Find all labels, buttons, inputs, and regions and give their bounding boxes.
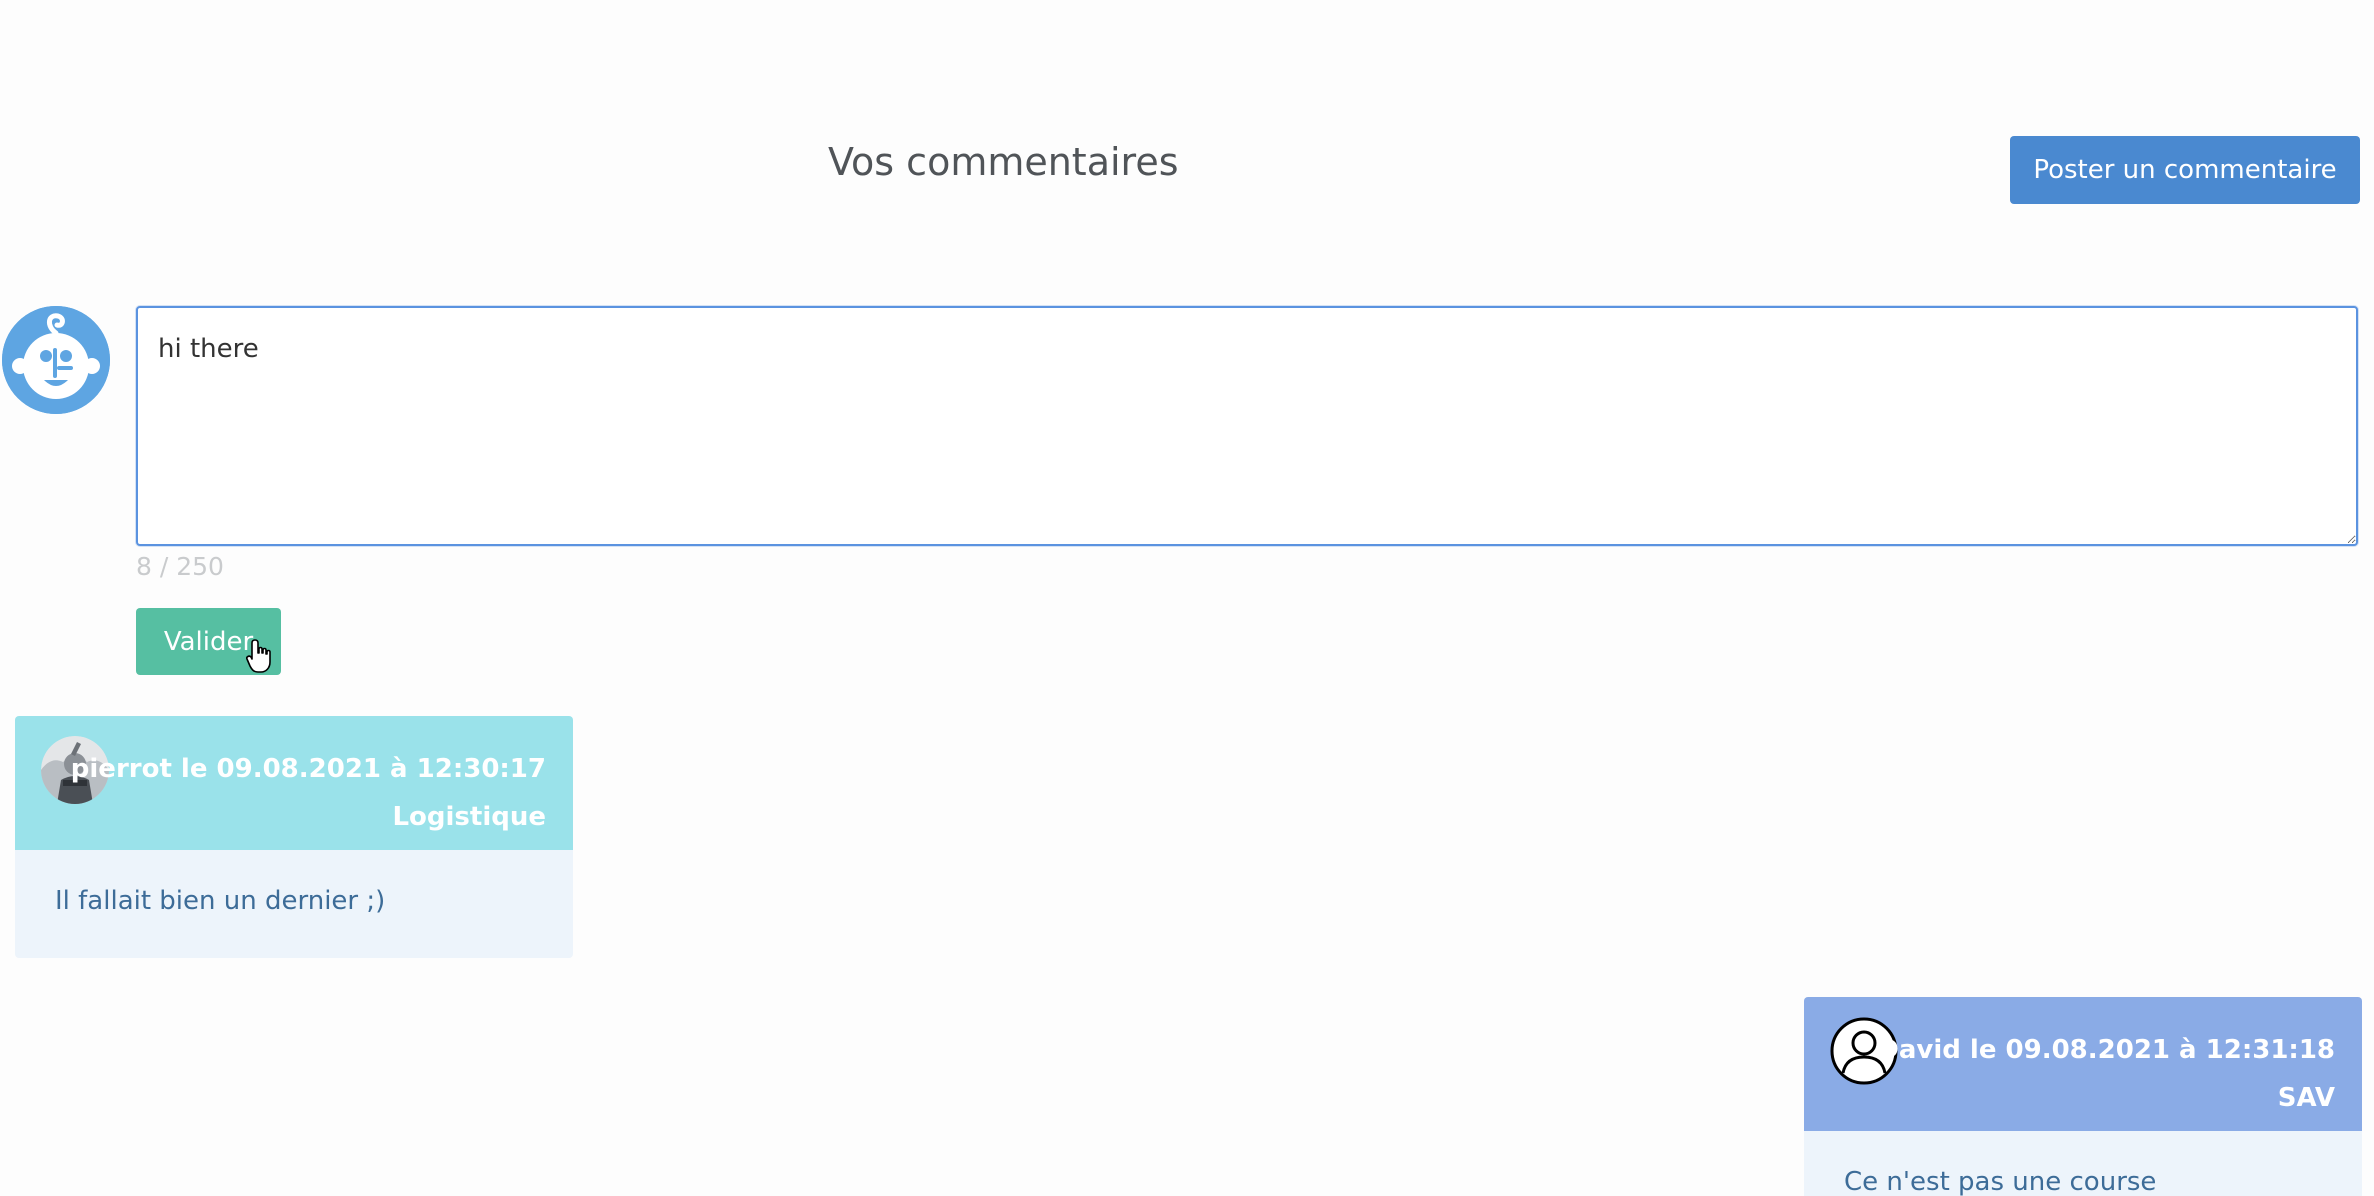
comment-body: Il fallait bien un dernier ;) — [15, 850, 573, 958]
post-comment-button[interactable]: Poster un commentaire — [2010, 136, 2360, 204]
page-title: Vos commentaires — [828, 140, 1179, 184]
comment-card: pierrot le 09.08.2021 à 12:30:17 Logisti… — [15, 716, 573, 958]
comment-author-date: David le 09.08.2021 à 12:31:18 — [1877, 1035, 2335, 1065]
hand-pointer-cursor-icon — [246, 638, 274, 674]
comments-page: Vos commentaires Poster un commentaire 8… — [0, 0, 2374, 1196]
comment-card: David le 09.08.2021 à 12:31:18 SAV Ce n'… — [1804, 997, 2362, 1196]
comment-header: David le 09.08.2021 à 12:31:18 SAV — [1804, 997, 2362, 1131]
baby-avatar-icon — [2, 306, 110, 414]
comment-author-date: pierrot le 09.08.2021 à 12:30:17 — [70, 754, 546, 784]
comment-department: SAV — [2277, 1083, 2335, 1113]
comment-body: Ce n'est pas une course — [1804, 1131, 2362, 1196]
character-counter: 8 / 250 — [136, 552, 224, 581]
comment-textarea[interactable] — [136, 306, 2358, 546]
comment-department: Logistique — [392, 802, 546, 832]
comment-header: pierrot le 09.08.2021 à 12:30:17 Logisti… — [15, 716, 573, 850]
